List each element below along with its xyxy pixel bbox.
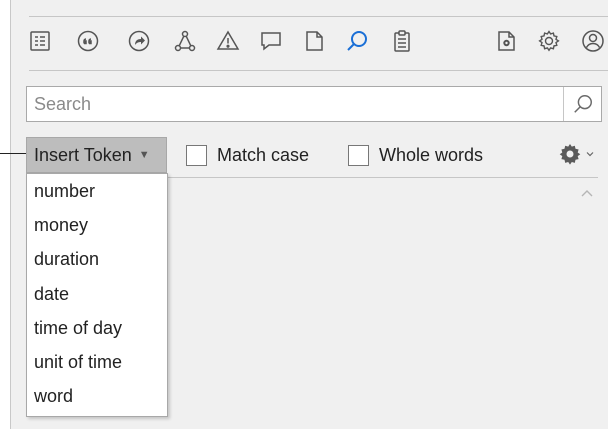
gear-icon [559, 144, 581, 165]
toolbar-divider [29, 70, 608, 71]
results-divider [168, 177, 598, 178]
menu-item-money[interactable]: money [27, 208, 167, 242]
top-divider [29, 16, 608, 17]
search-input[interactable] [27, 87, 561, 121]
chevron-down-icon: ▼ [138, 149, 150, 161]
chevron-down-icon [586, 152, 594, 157]
page-icon[interactable] [299, 26, 329, 56]
insert-token-label: Insert Token [34, 144, 132, 165]
menu-item-time-of-day[interactable]: time of day [27, 311, 167, 345]
search-settings-dropdown[interactable] [558, 140, 598, 168]
whole-words-label: Whole words [379, 144, 484, 165]
share-icon[interactable] [124, 26, 154, 56]
match-case-option[interactable]: Match case [186, 142, 309, 168]
gear-icon[interactable] [534, 26, 564, 56]
search-box [26, 86, 602, 122]
search-icon[interactable] [342, 26, 372, 56]
scroll-up-icon[interactable] [579, 186, 595, 200]
network-icon[interactable] [170, 26, 200, 56]
user-icon[interactable] [578, 26, 608, 56]
search-button[interactable] [563, 87, 601, 121]
match-case-label: Match case [217, 144, 310, 165]
warning-icon[interactable] [213, 26, 243, 56]
menu-item-duration[interactable]: duration [27, 242, 167, 276]
document-settings-icon[interactable] [491, 26, 521, 56]
callout-line [0, 153, 27, 154]
menu-item-date[interactable]: date [27, 277, 167, 311]
whole-words-option[interactable]: Whole words [348, 142, 483, 168]
whole-words-checkbox[interactable] [348, 144, 369, 166]
comment-icon[interactable] [256, 26, 286, 56]
clipboard-icon[interactable] [387, 26, 417, 56]
document-list-icon[interactable] [25, 26, 55, 56]
menu-item-word[interactable]: word [27, 379, 167, 413]
quote-icon[interactable] [73, 26, 103, 56]
menu-item-number[interactable]: number [27, 174, 167, 208]
search-button-icon [573, 95, 592, 113]
insert-token-menu: number money duration date time of day u… [26, 173, 168, 417]
menu-item-unit-of-time[interactable]: unit of time [27, 345, 167, 379]
insert-token-dropdown[interactable]: Insert Token ▼ [26, 137, 167, 173]
match-case-checkbox[interactable] [186, 144, 207, 166]
